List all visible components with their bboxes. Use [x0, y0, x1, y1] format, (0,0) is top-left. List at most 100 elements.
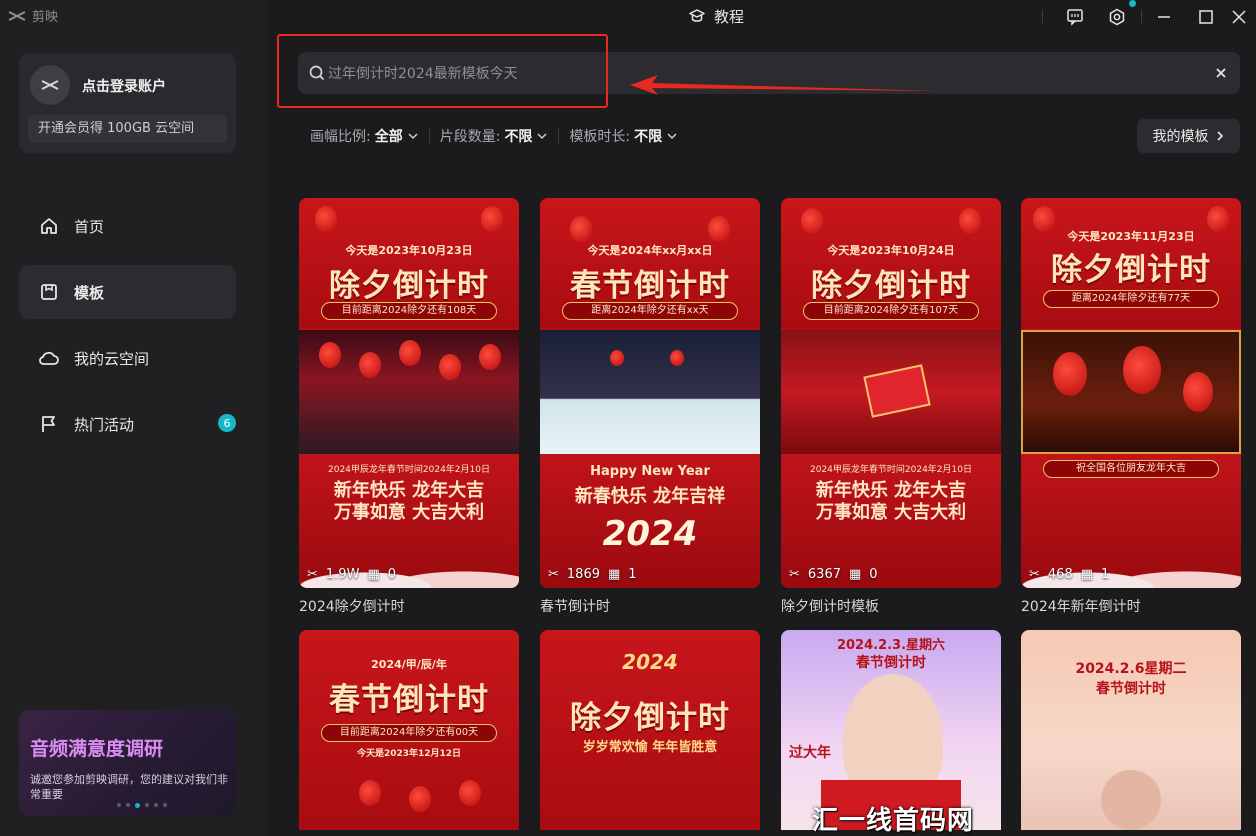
- usage-count: 1869: [566, 567, 600, 582]
- notification-badge: 6: [218, 414, 236, 432]
- avatar[interactable]: [30, 65, 70, 105]
- clear-search-button[interactable]: [1211, 63, 1231, 83]
- template-card[interactable]: 今天是2023年10月24日 除夕倒计时 目前距离2024除夕还有107天 20…: [781, 198, 1001, 616]
- thumbnail-subtext: 岁岁常欢愉 年年皆胜意: [582, 740, 718, 755]
- card-title[interactable]: 2024年新年倒计时: [1021, 596, 1241, 616]
- app-logo: 剪映: [8, 6, 58, 25]
- my-templates-label: 我的模板: [1152, 129, 1209, 145]
- template-card[interactable]: 2024/甲/辰/年 春节倒计时 目前距离2024年除夕还有00天 今天是202…: [299, 630, 519, 830]
- thumbnail-ribbon: 目前距离2024除夕还有108天: [321, 302, 497, 320]
- annotation-arrow-icon: [630, 75, 938, 95]
- divider: [428, 129, 430, 143]
- template-card[interactable]: 今天是2024年xx月xx日 春节倒计时 距离2024年除夕还有xx天 Happ…: [540, 198, 760, 616]
- thumbnail-subtext: 2024甲辰龙年春节时间2024年2月10日: [328, 465, 490, 475]
- thumbnail-title: 春节倒计时: [1096, 681, 1166, 697]
- template-thumbnail[interactable]: 今天是2023年11月23日 除夕倒计时 距离2024年除夕还有77天 祝全国各…: [1021, 198, 1241, 588]
- sidebar-item-label: 模板: [74, 283, 105, 302]
- graduation-cap-icon: [689, 8, 705, 22]
- thumbnail-date: 今天是2023年11月23日: [1067, 230, 1195, 243]
- login-label[interactable]: 点击登录账户: [82, 76, 166, 96]
- card-stats: ✂ 1.9W ▦ 0: [307, 567, 396, 582]
- annotation-highlight-box: [277, 34, 608, 108]
- thumbnail-ribbon: 目前距离2024除夕还有107天: [803, 302, 979, 320]
- card-title[interactable]: 除夕倒计时模板: [781, 596, 1001, 616]
- thumbnail-title: 除夕倒计时: [329, 268, 489, 304]
- thumbnail-wish: 新春快乐 龙年吉祥: [574, 486, 726, 507]
- divider: [558, 129, 560, 143]
- usage-count: 1.9W: [325, 567, 360, 582]
- divider: [1042, 10, 1043, 24]
- film-icon: ▦: [1080, 567, 1094, 582]
- scissors-icon: ✂: [1029, 567, 1040, 582]
- thumbnail-title: 春节倒计时: [570, 268, 730, 304]
- sidebar-item-label: 我的云空间: [74, 349, 150, 368]
- film-icon: ▦: [367, 567, 380, 582]
- vip-promo-button[interactable]: 开通会员得 100GB 云空间: [28, 115, 227, 143]
- sidebar-item-cloud[interactable]: 我的云空间: [19, 331, 236, 385]
- filter-aspect-ratio[interactable]: 画幅比例: 全部: [310, 126, 419, 146]
- card-stats: ✂ 1869 ▦ 1: [548, 567, 637, 582]
- filter-label: 画幅比例:: [310, 129, 371, 145]
- app-name: 剪映: [32, 10, 59, 25]
- scissors-icon: ✂: [548, 567, 559, 582]
- template-card[interactable]: 2024 除夕倒计时 岁岁常欢愉 年年皆胜意: [540, 630, 760, 830]
- my-templates-button[interactable]: 我的模板: [1137, 119, 1240, 153]
- thumbnail-wish: 2024: [602, 514, 698, 554]
- carousel-dots[interactable]: [117, 803, 167, 808]
- feedback-icon[interactable]: [1064, 6, 1086, 28]
- thumbnail-title: 除夕倒计时: [1051, 252, 1211, 288]
- card-title[interactable]: 春节倒计时: [540, 596, 760, 616]
- capcut-logo-icon: [41, 80, 59, 90]
- minimize-icon[interactable]: [1153, 6, 1175, 28]
- tutorial-button[interactable]: 教程: [688, 6, 744, 27]
- divider: [1141, 10, 1142, 24]
- sidebar-item-templates[interactable]: 模板: [19, 265, 236, 319]
- filter-duration[interactable]: 模板时长: 不限: [569, 126, 678, 146]
- home-icon: [38, 215, 60, 237]
- thumbnail-ribbon: 目前距离2024年除夕还有00天: [321, 724, 497, 742]
- filter-value: 不限: [504, 129, 533, 145]
- filter-label: 片段数量:: [439, 129, 501, 145]
- thumbnail-date: 2024.2.6星期二: [1075, 661, 1187, 677]
- template-card[interactable]: 今天是2023年11月23日 除夕倒计时 距离2024年除夕还有77天 祝全国各…: [1021, 198, 1241, 616]
- survey-banner[interactable]: 音频满意度调研 诚邀您参加剪映调研，您的建议对我们非常重要: [19, 710, 236, 816]
- film-icon: ▦: [849, 567, 862, 582]
- card-stats: ✂ 6367 ▦ 0: [789, 567, 878, 582]
- thumbnail-title: 春节倒计时: [329, 682, 489, 718]
- card-title[interactable]: 2024除夕倒计时: [299, 596, 519, 616]
- thumbnail-title: 除夕倒计时: [811, 268, 971, 304]
- filter-clip-count[interactable]: 片段数量: 不限: [440, 126, 549, 146]
- chevron-down-icon: [667, 133, 677, 140]
- thumbnail-date: 2024.2.3.星期六: [836, 638, 946, 653]
- thumbnail-date: 2024: [622, 650, 678, 674]
- sidebar-item-label: 热门活动: [74, 415, 135, 434]
- template-thumbnail[interactable]: 今天是2023年10月24日 除夕倒计时 目前距离2024除夕还有107天 20…: [781, 198, 1001, 588]
- filter-bar: 画幅比例: 全部 片段数量: 不限 模板时长: 不限: [310, 126, 678, 146]
- template-thumbnail[interactable]: 今天是2023年10月23日 除夕倒计时 目前距离2024除夕还有108天 20…: [299, 198, 519, 588]
- account-card[interactable]: 点击登录账户 开通会员得 100GB 云空间: [19, 53, 236, 153]
- template-thumbnail[interactable]: 今天是2024年xx月xx日 春节倒计时 距离2024年除夕还有xx天 Happ…: [540, 198, 760, 588]
- clip-count: 1: [628, 567, 637, 582]
- chevron-down-icon: [537, 133, 547, 140]
- survey-title: 音频满意度调研: [30, 738, 164, 760]
- clip-count: 0: [387, 567, 397, 582]
- thumbnail-date: 2024/甲/辰/年: [371, 658, 447, 671]
- template-thumbnail[interactable]: 2024 除夕倒计时 岁岁常欢愉 年年皆胜意: [540, 630, 760, 830]
- sidebar-item-home[interactable]: 首页: [19, 199, 236, 253]
- close-icon: [1216, 68, 1226, 78]
- chevron-down-icon: [408, 133, 418, 140]
- template-card[interactable]: 今天是2023年10月23日 除夕倒计时 目前距离2024除夕还有108天 20…: [299, 198, 519, 616]
- thumbnail-wish: 祝全国各位朋友龙年大吉: [1043, 460, 1219, 478]
- thumbnail-subtext: 2024甲辰龙年春节时间2024年2月10日: [810, 465, 972, 475]
- clip-count: 0: [869, 567, 878, 582]
- sidebar-item-events[interactable]: 热门活动 6: [19, 397, 236, 451]
- settings-icon[interactable]: [1106, 6, 1128, 28]
- flag-icon: [38, 413, 60, 435]
- filter-label: 模板时长:: [569, 129, 631, 145]
- maximize-icon[interactable]: [1195, 6, 1217, 28]
- close-window-icon[interactable]: [1228, 6, 1250, 28]
- thumbnail-subtext: 今天是2023年12月12日: [356, 749, 462, 759]
- thumbnail-date: 今天是2024年xx月xx日: [587, 244, 713, 257]
- template-icon: [38, 281, 60, 303]
- template-thumbnail[interactable]: 2024/甲/辰/年 春节倒计时 目前距离2024年除夕还有00天 今天是202…: [299, 630, 519, 830]
